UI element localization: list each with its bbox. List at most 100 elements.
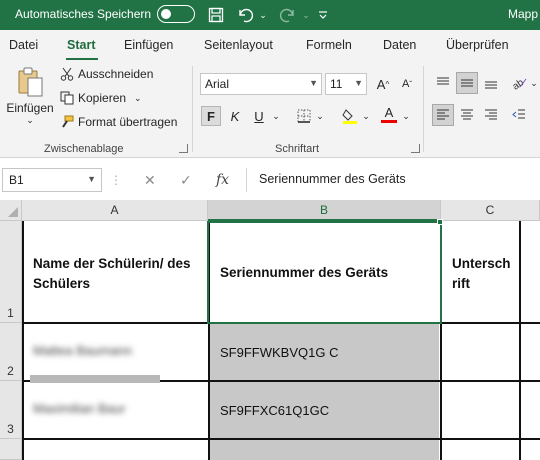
table-border-left xyxy=(22,221,24,460)
tab-formeln[interactable]: Formeln xyxy=(306,38,352,52)
tab-start[interactable]: Start xyxy=(67,38,95,52)
tab-einfuegen[interactable]: Einfügen xyxy=(124,38,173,52)
font-color-swatch xyxy=(381,119,397,123)
cut-button[interactable]: Ausschneiden xyxy=(60,67,153,81)
tab-seitenlayout[interactable]: Seitenlayout xyxy=(204,38,273,52)
cell-a2-redaction-bar xyxy=(30,375,160,383)
row-header-4[interactable] xyxy=(0,439,22,460)
font-name-dropdown[interactable]: Arial ▼ xyxy=(200,73,322,95)
column-header-a[interactable]: A xyxy=(22,200,208,221)
group-separator xyxy=(192,66,193,152)
borders-dropdown-chevron-icon[interactable]: ⌄ xyxy=(314,106,326,126)
copy-dropdown-chevron-icon[interactable]: ⌄ xyxy=(134,93,142,104)
save-icon[interactable] xyxy=(205,4,227,26)
redo-icon[interactable] xyxy=(277,4,299,26)
align-right-icon[interactable] xyxy=(480,104,502,126)
border-row3-row4 xyxy=(22,438,540,440)
name-box[interactable]: B1 ▼ xyxy=(2,168,102,192)
scissors-icon xyxy=(60,67,74,81)
undo-dropdown-chevron-icon[interactable]: ⌄ xyxy=(257,4,269,26)
tab-datei[interactable]: Datei xyxy=(9,38,38,52)
customize-toolbar-icon[interactable] xyxy=(316,4,330,26)
undo-icon[interactable] xyxy=(234,4,256,26)
align-top-icon[interactable] xyxy=(432,72,454,94)
align-center-icon[interactable] xyxy=(456,104,478,126)
format-painter-label: Format übertragen xyxy=(78,115,178,129)
borders-icon[interactable] xyxy=(294,106,314,126)
autosave-toggle[interactable] xyxy=(157,5,195,23)
format-painter-button[interactable]: Format übertragen xyxy=(60,115,177,129)
toggle-knob xyxy=(161,8,171,19)
decrease-indent-icon[interactable] xyxy=(508,104,530,126)
select-all-corner[interactable] xyxy=(0,200,22,221)
paste-icon xyxy=(18,67,43,97)
name-box-chevron-icon: ▼ xyxy=(87,174,96,184)
copy-button[interactable]: Kopieren ⌄ xyxy=(60,91,142,105)
orientation-icon[interactable]: ab xyxy=(508,72,530,94)
tab-ueberpruefen[interactable]: Überprüfen xyxy=(446,38,509,52)
ribbon-tabs: Datei Start Einfügen Seitenlayout Formel… xyxy=(0,30,540,60)
autosave-label: Automatisches Speichern xyxy=(15,7,152,21)
row-header-2[interactable]: 2 xyxy=(0,323,22,381)
font-color-letter: A xyxy=(384,104,394,120)
row-header-3[interactable]: 3 xyxy=(0,381,22,439)
window-title: Mapp xyxy=(508,7,539,21)
group-separator xyxy=(423,66,424,152)
format-painter-icon xyxy=(60,115,74,129)
copy-icon xyxy=(60,91,74,105)
underline-dropdown-chevron-icon[interactable]: ⌄ xyxy=(270,106,282,126)
bold-button[interactable]: F xyxy=(201,106,221,126)
row-header-1[interactable]: 1 xyxy=(0,221,22,323)
cancel-icon[interactable]: ✕ xyxy=(144,172,156,189)
column-header-c[interactable]: C xyxy=(441,200,540,221)
formula-bar-grip-icon: ⋮ xyxy=(110,173,122,187)
paste-button[interactable]: Einfügen ⌄ xyxy=(6,66,54,136)
column-header-b[interactable]: B xyxy=(208,200,441,221)
cell-a2[interactable]: Mattea Baumann xyxy=(33,343,132,358)
font-launcher-icon[interactable] xyxy=(411,144,420,153)
svg-text:ab: ab xyxy=(511,77,526,90)
cut-label: Ausschneiden xyxy=(78,67,154,81)
cell-b4-fill xyxy=(209,440,439,460)
tab-daten[interactable]: Daten xyxy=(383,38,416,52)
italic-button[interactable]: K xyxy=(225,106,245,126)
copy-label: Kopieren xyxy=(78,91,127,105)
cell-c1[interactable]: Untersch rift xyxy=(452,254,518,294)
clipboard-group-label: Zwischenablage xyxy=(44,143,124,155)
ribbon: Einfügen ⌄ Ausschneiden Kopieren ⌄ Forma… xyxy=(0,60,540,158)
redo-dropdown-chevron-icon[interactable]: ⌄ xyxy=(300,4,312,26)
font-size-dropdown[interactable]: 11 ▼ xyxy=(325,73,367,95)
cell-b1[interactable]: Seriennummer des Geräts xyxy=(220,263,435,283)
orientation-dropdown-chevron-icon[interactable]: ⌄ xyxy=(528,73,540,93)
cell-b3[interactable]: SF9FFXC61Q1GC xyxy=(220,403,329,418)
increase-font-size-icon[interactable]: A ^ xyxy=(373,74,393,94)
font-name-chevron-icon: ▼ xyxy=(309,78,318,88)
fill-handle-icon[interactable] xyxy=(437,219,443,225)
enter-icon[interactable]: ✓ xyxy=(180,172,192,189)
font-color-dropdown-chevron-icon[interactable]: ⌄ xyxy=(400,106,412,126)
insert-function-icon[interactable]: fx xyxy=(216,172,229,188)
align-middle-icon[interactable] xyxy=(456,72,478,94)
underline-button[interactable]: U xyxy=(249,106,269,126)
cell-a1[interactable]: Name der Schülerin/ des Schülers xyxy=(33,254,203,294)
formula-controls: ✕ ✓ fx xyxy=(132,168,242,192)
font-size-value: 11 xyxy=(330,77,343,91)
title-bar: Automatisches Speichern ⌄ ⌄ Mapp xyxy=(0,0,540,30)
paste-label: Einfügen xyxy=(6,101,54,115)
cell-b2[interactable]: SF9FFWKBVQ1G C xyxy=(220,345,338,360)
paste-dropdown-chevron-icon[interactable]: ⌄ xyxy=(26,115,34,126)
border-c-right xyxy=(519,221,521,460)
align-left-icon[interactable] xyxy=(432,104,454,126)
decrease-font-size-icon[interactable]: Aˇ xyxy=(397,74,417,94)
formula-bar: B1 ▼ ⋮ ✕ ✓ fx Seriennummer des Geräts xyxy=(0,165,540,195)
cell-a3[interactable]: Maximilian Baur xyxy=(33,401,125,416)
font-size-chevron-icon: ▼ xyxy=(354,78,363,88)
font-name-value: Arial xyxy=(205,77,230,91)
fill-color-icon[interactable] xyxy=(340,106,360,126)
font-color-button[interactable]: A xyxy=(379,104,399,124)
align-bottom-icon[interactable] xyxy=(480,72,502,94)
fill-color-dropdown-chevron-icon[interactable]: ⌄ xyxy=(360,106,372,126)
select-all-icon xyxy=(8,207,18,217)
formula-input[interactable]: Seriennummer des Geräts xyxy=(246,168,540,192)
clipboard-launcher-icon[interactable] xyxy=(179,144,188,153)
